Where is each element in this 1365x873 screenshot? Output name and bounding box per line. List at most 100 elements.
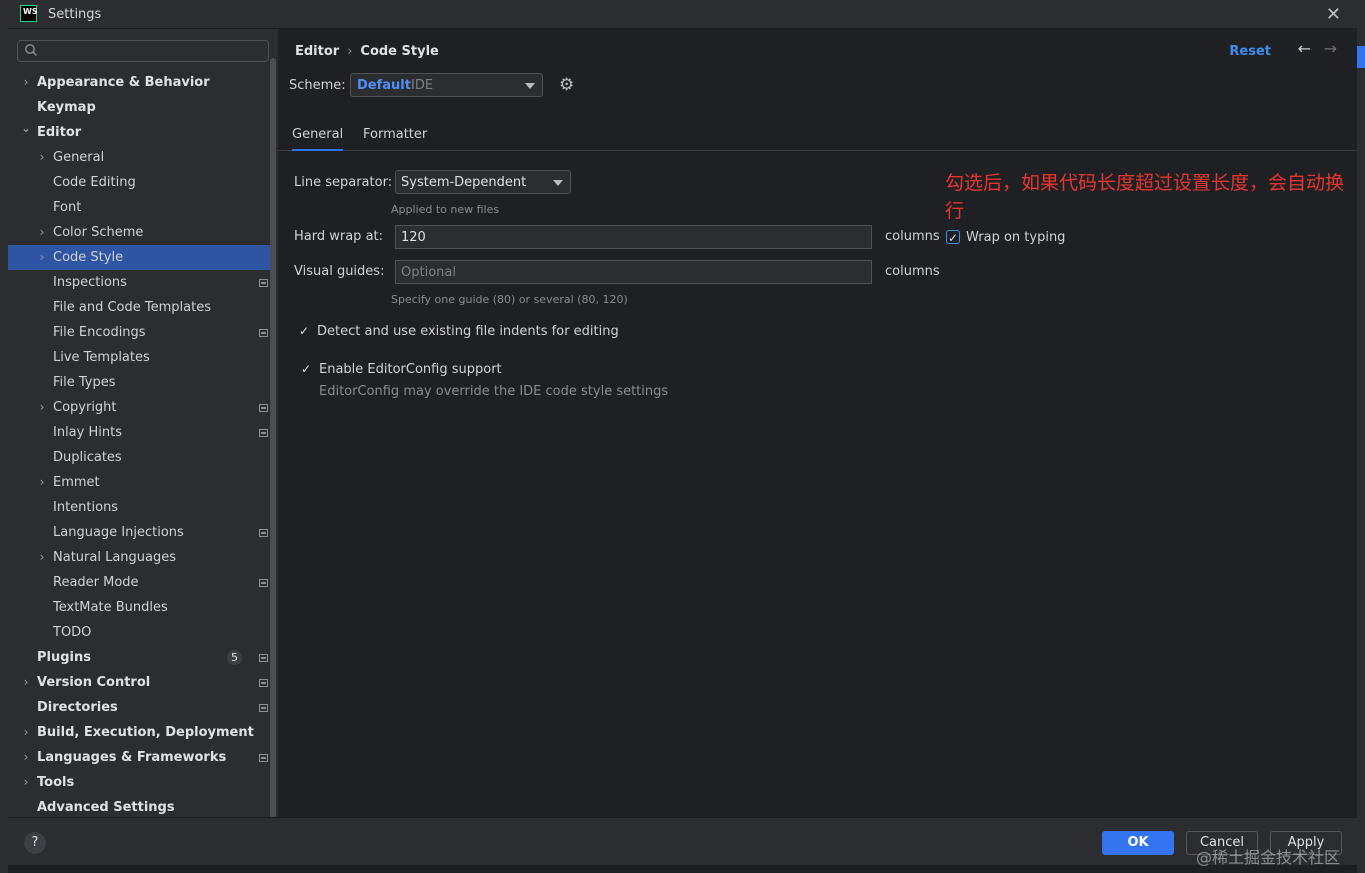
- sidebar-item-language-injections[interactable]: Language Injections: [8, 520, 270, 545]
- sidebar-item-emmet[interactable]: › Emmet: [8, 470, 270, 495]
- sidebar-item-textmate-bundles[interactable]: TextMate Bundles: [8, 595, 270, 620]
- sidebar-item-todo[interactable]: TODO: [8, 620, 270, 645]
- sidebar-item-general[interactable]: › General: [8, 145, 270, 170]
- back-arrow-icon[interactable]: ←: [1298, 39, 1311, 58]
- visual-guides-input[interactable]: [395, 260, 872, 284]
- reset-link[interactable]: Reset: [1229, 44, 1271, 59]
- tab-formatter[interactable]: Formatter: [363, 127, 427, 151]
- sidebar-item-version-control[interactable]: › Version Control: [8, 670, 270, 695]
- forward-arrow-icon[interactable]: →: [1324, 39, 1337, 58]
- editorconfig-label[interactable]: Enable EditorConfig support: [319, 362, 502, 377]
- chevron-down-icon: [525, 83, 535, 89]
- sidebar-item-color-scheme[interactable]: › Color Scheme: [8, 220, 270, 245]
- sidebar-item-file-encodings[interactable]: File Encodings: [8, 320, 270, 345]
- sidebar-item-natural-languages[interactable]: › Natural Languages: [8, 545, 270, 570]
- scheme-dropdown[interactable]: Default IDE: [350, 73, 543, 97]
- sidebar-item-duplicates[interactable]: Duplicates: [8, 445, 270, 470]
- sidebar-item-intentions[interactable]: Intentions: [8, 495, 270, 520]
- sidebar-item-label: Duplicates: [53, 450, 122, 465]
- sidebar-item-label: Live Templates: [53, 350, 150, 365]
- chevron-down-icon: [553, 180, 563, 186]
- chevron-right-icon[interactable]: ›: [20, 745, 32, 770]
- ok-button[interactable]: OK: [1102, 831, 1174, 855]
- sidebar-item-keymap[interactable]: Keymap: [8, 95, 270, 120]
- chevron-right-icon[interactable]: ›: [36, 220, 48, 245]
- chevron-right-icon[interactable]: ›: [36, 395, 48, 420]
- tab-general[interactable]: General: [292, 127, 344, 151]
- sidebar-item-font[interactable]: Font: [8, 195, 270, 220]
- chevron-down-icon[interactable]: ⌄: [20, 116, 32, 141]
- background-window-accent: [1357, 46, 1365, 68]
- search-icon: [24, 43, 38, 61]
- sidebar-item-build-execution-deployment[interactable]: › Build, Execution, Deployment: [8, 720, 270, 745]
- sidebar-item-code-editing[interactable]: Code Editing: [8, 170, 270, 195]
- chevron-right-icon[interactable]: ›: [36, 470, 48, 495]
- detect-indents-checkbox[interactable]: ✓: [297, 324, 311, 338]
- chevron-right-icon[interactable]: ›: [36, 245, 48, 270]
- chevron-right-icon[interactable]: ›: [20, 670, 32, 695]
- sidebar-item-label: File Types: [53, 375, 116, 390]
- chevron-right-icon[interactable]: ›: [36, 145, 48, 170]
- sidebar-item-label: Appearance & Behavior: [37, 75, 210, 90]
- settings-content: Editor › Code Style Reset ← → Scheme: Defa…: [278, 29, 1357, 817]
- close-icon[interactable]: ✕: [1326, 4, 1341, 25]
- project-level-icon: [259, 579, 268, 587]
- hard-wrap-unit: columns: [885, 229, 940, 244]
- search-input[interactable]: [40, 43, 260, 59]
- sidebar-item-label: Plugins: [37, 650, 91, 665]
- hard-wrap-input[interactable]: [395, 225, 872, 249]
- chevron-right-icon[interactable]: ›: [20, 70, 32, 95]
- wrap-on-typing-checkbox[interactable]: ✓: [946, 230, 960, 245]
- sidebar-item-file-and-code-templates[interactable]: File and Code Templates: [8, 295, 270, 320]
- breadcrumb-separator: ›: [347, 44, 353, 59]
- line-separator-label: Line separator:: [294, 175, 393, 190]
- settings-search-field[interactable]: [17, 40, 269, 62]
- settings-sidebar: › Appearance & Behavior Keymap ⌄ Editor › Gene…: [8, 29, 278, 818]
- sidebar-item-inspections[interactable]: Inspections: [8, 270, 270, 295]
- visual-guides-unit: columns: [885, 264, 940, 279]
- editorconfig-checkbox[interactable]: ✓: [299, 362, 313, 376]
- chevron-right-icon[interactable]: ›: [36, 545, 48, 570]
- tab-bar: General Formatter: [278, 121, 1357, 151]
- chevron-right-icon[interactable]: ›: [20, 720, 32, 745]
- sidebar-item-label: Intentions: [53, 500, 119, 515]
- chevron-right-icon[interactable]: ›: [20, 770, 32, 795]
- sidebar-item-reader-mode[interactable]: Reader Mode: [8, 570, 270, 595]
- sidebar-item-languages-frameworks[interactable]: › Languages & Frameworks: [8, 745, 270, 770]
- sidebar-item-copyright[interactable]: › Copyright: [8, 395, 270, 420]
- gear-icon[interactable]: ⚙: [559, 75, 574, 95]
- sidebar-scrollbar[interactable]: [270, 58, 276, 818]
- sidebar-item-tools[interactable]: › Tools: [8, 770, 270, 795]
- sidebar-item-inlay-hints[interactable]: Inlay Hints: [8, 420, 270, 445]
- project-level-icon: [259, 429, 268, 437]
- sidebar-item-live-templates[interactable]: Live Templates: [8, 345, 270, 370]
- help-button[interactable]: ?: [24, 832, 46, 854]
- scheme-label: Scheme:: [289, 78, 346, 93]
- sidebar-item-label: Editor: [37, 125, 82, 140]
- sidebar-item-appearance-behavior[interactable]: › Appearance & Behavior: [8, 70, 270, 95]
- sidebar-item-label: General: [53, 150, 105, 165]
- scheme-sub: IDE: [411, 78, 434, 93]
- background-window-edge-left: [0, 0, 8, 873]
- webstorm-logo-icon: WS: [20, 5, 38, 22]
- sidebar-item-label: Reader Mode: [53, 575, 139, 590]
- sidebar-item-label: Color Scheme: [53, 225, 144, 240]
- project-level-icon: [259, 654, 268, 662]
- sidebar-item-code-style[interactable]: › Code Style: [8, 245, 270, 270]
- sidebar-item-editor[interactable]: ⌄ Editor: [8, 120, 270, 145]
- sidebar-item-label: TextMate Bundles: [53, 600, 168, 615]
- editorconfig-hint: EditorConfig may override the IDE code s…: [319, 384, 669, 399]
- project-level-icon: [259, 329, 268, 337]
- background-window-edge-right: [1357, 0, 1365, 873]
- detect-indents-label[interactable]: Detect and use existing file indents for…: [317, 324, 619, 339]
- title-bar: WS Settings ✕: [8, 0, 1357, 29]
- red-annotation-note: 勾选后，如果代码长度超过设置长度，会自动换行: [945, 172, 1345, 222]
- sidebar-item-label: Copyright: [53, 400, 117, 415]
- sidebar-item-plugins[interactable]: Plugins 5: [8, 645, 270, 670]
- breadcrumb-parent[interactable]: Editor: [295, 44, 339, 59]
- line-separator-dropdown[interactable]: System-Dependent: [395, 170, 571, 194]
- sidebar-item-file-types[interactable]: File Types: [8, 370, 270, 395]
- sidebar-item-label: Font: [53, 200, 82, 215]
- wrap-on-typing-label[interactable]: Wrap on typing: [966, 230, 1065, 245]
- sidebar-item-directories[interactable]: Directories: [8, 695, 270, 720]
